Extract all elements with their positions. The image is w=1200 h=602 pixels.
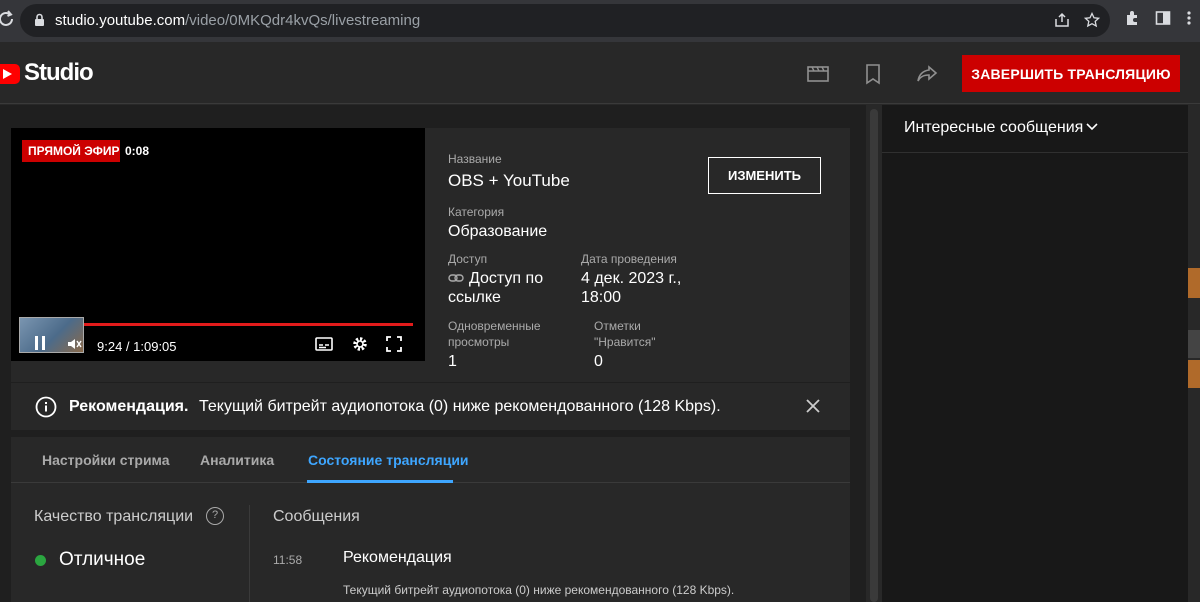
video-player[interactable]: ПРЯМОЙ ЭФИР 0:08 9:24 / 1:09:05	[11, 128, 425, 361]
edge-marker-2	[1188, 330, 1200, 358]
mute-icon[interactable]	[66, 336, 82, 357]
stream-card: ПРЯМОЙ ЭФИР 0:08 9:24 / 1:09:05 Название…	[11, 128, 850, 382]
access-value-line2: ссылке	[448, 289, 501, 306]
chevron-down-icon[interactable]	[1085, 119, 1099, 136]
recommendation-banner: Рекомендация. Текущий битрейт аудиопоток…	[11, 382, 850, 430]
quality-status: Отличное	[59, 549, 146, 570]
live-badge: ПРЯМОЙ ЭФИР	[22, 140, 126, 162]
access-value-line1: Доступ по	[469, 270, 544, 287]
info-icon	[35, 396, 57, 418]
access-label: Доступ	[448, 252, 488, 266]
viewers-label-line2: просмотры	[448, 335, 510, 349]
title-label: Название	[448, 152, 502, 166]
category-label: Категория	[448, 205, 505, 219]
live-duration: 0:08	[120, 140, 155, 162]
likes-value: 0	[594, 353, 603, 370]
close-icon[interactable]	[803, 396, 823, 416]
banner-title: Рекомендация.	[69, 398, 189, 415]
clapperboard-icon[interactable]	[806, 62, 830, 86]
messages-title: Сообщения	[273, 508, 360, 525]
edit-button[interactable]: ИЗМЕНИТЬ	[708, 157, 821, 194]
quality-title: Качество трансляции	[34, 508, 194, 525]
browser-toolbar: studio.youtube.com/video/0MKQdr4kvQs/liv…	[0, 0, 1200, 42]
date-value-line1: 4 дек. 2023 г.,	[581, 270, 682, 287]
stream-health-panel: Качество трансляции ? Отличное Сообщения…	[11, 483, 850, 602]
date-value-line2: 18:00	[581, 289, 622, 306]
stream-title: OBS + YouTube	[448, 171, 570, 190]
tab-analytics[interactable]: Аналитика	[200, 452, 274, 468]
sidepanel-icon[interactable]	[1155, 10, 1171, 31]
bookmark-star-icon[interactable]	[1083, 11, 1101, 33]
reload-icon[interactable]	[0, 10, 14, 33]
studio-header: Studio ЗАВЕРШИТЬ ТРАНСЛЯЦИЮ	[0, 42, 1200, 104]
subtitles-icon[interactable]	[315, 337, 333, 356]
main-scrollbar[interactable]	[870, 109, 878, 602]
divider	[249, 505, 250, 602]
address-bar[interactable]: studio.youtube.com/video/0MKQdr4kvQs/liv…	[20, 4, 1110, 37]
youtube-logo-icon[interactable]	[0, 64, 20, 84]
pause-icon[interactable]	[33, 335, 47, 356]
extensions-icon[interactable]	[1124, 10, 1140, 31]
settings-gear-icon[interactable]	[351, 335, 369, 358]
end-stream-button[interactable]: ЗАВЕРШИТЬ ТРАНСЛЯЦИЮ	[962, 55, 1180, 92]
message-time: 11:58	[273, 553, 303, 567]
tab-bar: Настройки стрима Аналитика Состояние тра…	[11, 437, 850, 483]
date-label: Дата проведения	[581, 252, 677, 266]
tab-stream-settings[interactable]: Настройки стрима	[42, 452, 170, 468]
chat-panel: Интересные сообщения	[882, 105, 1188, 602]
message-body: Текущий битрейт аудиопотока (0) ниже рек…	[343, 583, 735, 597]
menu-dots-icon[interactable]	[1186, 10, 1192, 31]
tab-stream-health[interactable]: Состояние трансляции	[308, 452, 469, 468]
viewers-label-line1: Одновременные	[448, 319, 541, 333]
likes-label-line2: "Нравится"	[594, 335, 656, 349]
link-icon	[448, 269, 464, 288]
category-value: Образование	[448, 223, 548, 240]
fullscreen-icon[interactable]	[386, 336, 402, 357]
time-display: 9:24 / 1:09:05	[97, 339, 177, 354]
url-text: studio.youtube.com/video/0MKQdr4kvQs/liv…	[55, 12, 421, 29]
chat-panel-header[interactable]: Интересные сообщения	[882, 105, 1188, 153]
share-icon[interactable]	[1054, 12, 1070, 33]
studio-logo-text[interactable]: Studio	[24, 59, 94, 87]
share-arrow-icon[interactable]	[915, 62, 939, 86]
edge-marker-3	[1188, 360, 1200, 388]
stream-details: Название OBS + YouTube ИЗМЕНИТЬ Категори…	[425, 128, 850, 382]
message-heading: Рекомендация	[343, 549, 452, 566]
chat-filter-label[interactable]: Интересные сообщения	[904, 119, 1083, 137]
help-icon[interactable]: ?	[206, 507, 224, 525]
bookmark-icon[interactable]	[861, 62, 885, 86]
lock-icon	[35, 13, 44, 26]
likes-label-line1: Отметки	[594, 319, 641, 333]
banner-text: Текущий битрейт аудиопотока (0) ниже рек…	[199, 398, 721, 415]
viewers-value: 1	[448, 353, 457, 370]
status-dot-icon	[35, 555, 46, 566]
edge-marker-1	[1188, 268, 1200, 298]
